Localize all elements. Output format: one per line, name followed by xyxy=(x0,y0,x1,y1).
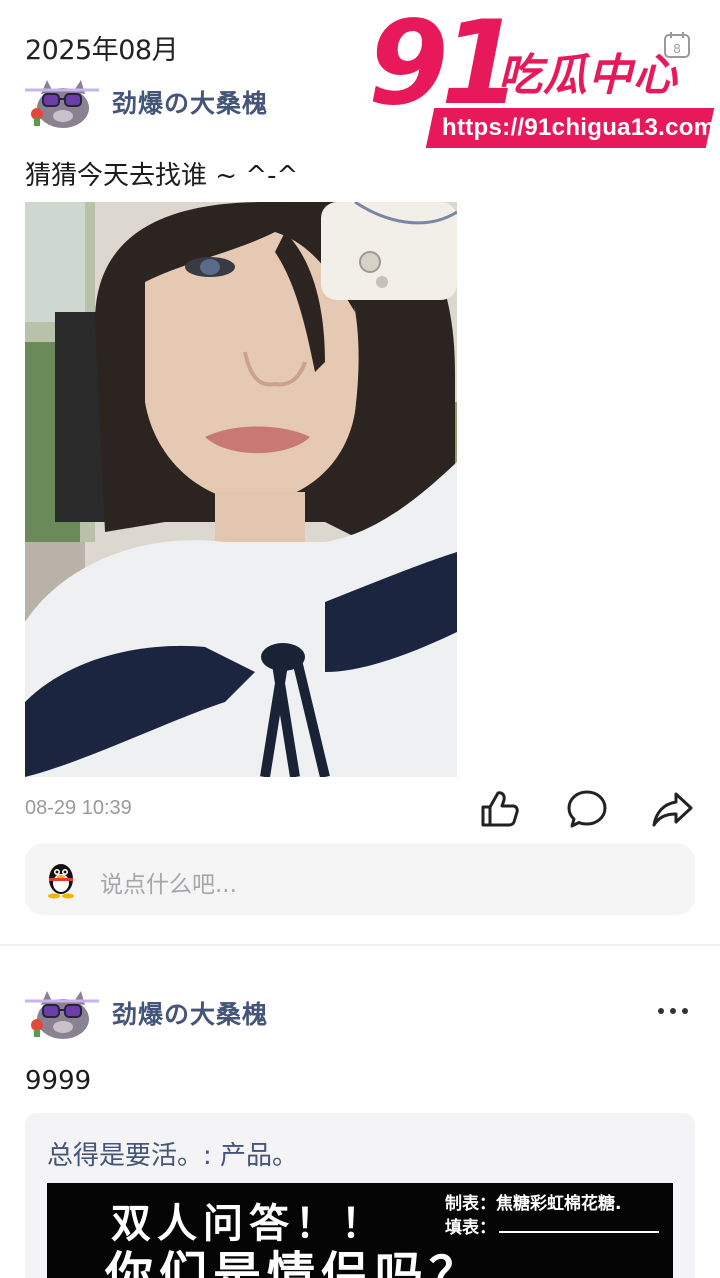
avatar[interactable] xyxy=(25,989,99,1041)
image-maker: 制表：焦糖彩虹棉花糖. xyxy=(445,1194,622,1214)
shared-content-title: 总得是要活。: 产品。 xyxy=(47,1141,299,1171)
site-watermark: 91 吃瓜中心 https://91chigua13.com xyxy=(368,6,716,152)
post-text: 猜猜今天去找谁 ~ ^-^ xyxy=(25,161,299,191)
shared-content-image[interactable]: 双人问答！！ 制表：焦糖彩虹棉花糖. 填表： 你们是情侣吗？ xyxy=(47,1183,673,1278)
month-header: 2025年08月 xyxy=(25,35,179,66)
post-username[interactable]: 劲爆の大桑槐 xyxy=(112,84,268,120)
thumbs-up-icon[interactable] xyxy=(477,787,521,831)
post-photo[interactable] xyxy=(25,202,457,777)
qq-penguin-icon xyxy=(48,864,74,899)
image-fill-line xyxy=(499,1231,659,1233)
avatar[interactable] xyxy=(25,78,99,130)
comment-placeholder: 说点什么吧... xyxy=(100,872,237,898)
comment-bubble-icon[interactable] xyxy=(565,787,609,831)
post-text: 9999 xyxy=(25,1066,92,1096)
comment-input[interactable]: 说点什么吧... xyxy=(25,843,695,915)
share-arrow-icon[interactable] xyxy=(650,787,694,831)
watermark-name: 吃瓜中心 xyxy=(498,50,678,101)
watermark-url-banner: https://91chigua13.com xyxy=(425,108,716,148)
post-divider xyxy=(0,944,720,946)
watermark-url: https://91chigua13.com xyxy=(442,114,716,141)
post-timestamp: 08-29 10:39 xyxy=(25,797,132,819)
image-subtitle: 你们是情侣吗？ xyxy=(105,1247,484,1278)
more-dots-icon[interactable] xyxy=(652,1000,694,1022)
post-username[interactable]: 劲爆の大桑槐 xyxy=(112,995,268,1031)
watermark-number: 91 xyxy=(368,0,521,131)
shared-content-card[interactable]: 总得是要活。: 产品。 双人问答！！ 制表：焦糖彩虹棉花糖. 填表： 你们是情侣… xyxy=(25,1113,695,1278)
